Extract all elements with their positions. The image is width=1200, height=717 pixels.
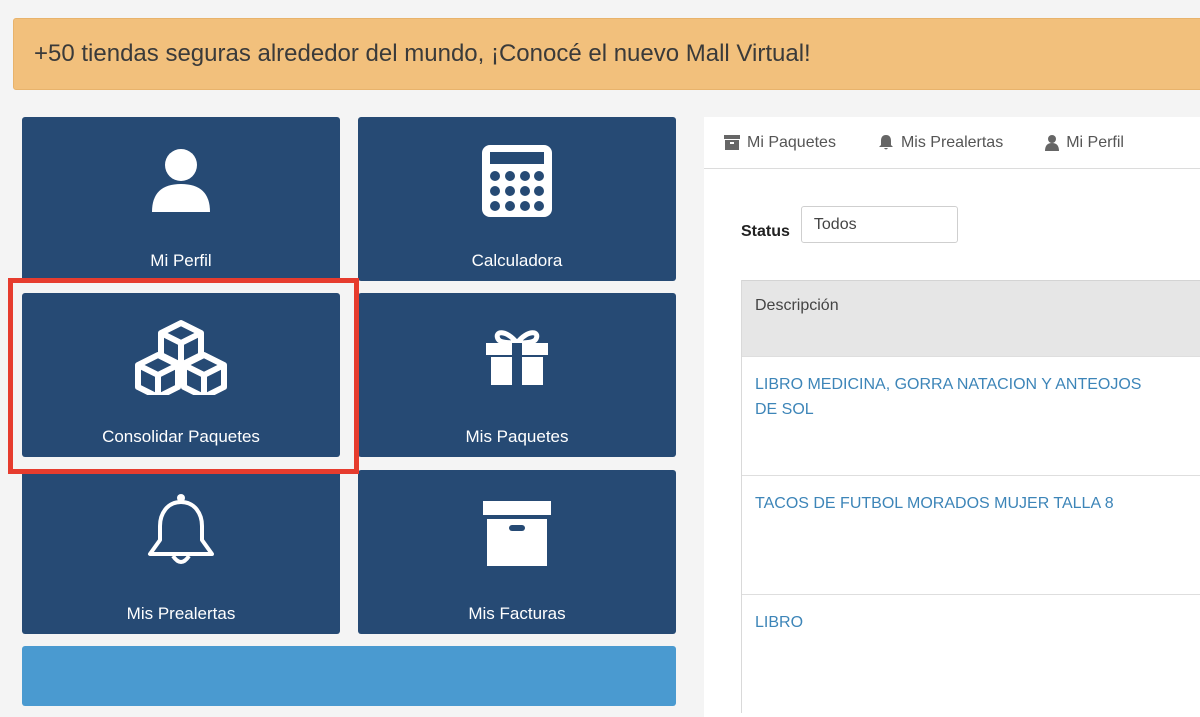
status-label: Status xyxy=(741,222,790,240)
tab-label: Mi Perfil xyxy=(1066,133,1124,151)
gift-icon xyxy=(484,319,550,395)
column-header-descripcion: Descripción xyxy=(742,280,1200,356)
package-description-link[interactable]: LIBRO MEDICINA, GORRA NATACION Y ANTEOJO… xyxy=(755,376,1141,418)
tile-consolidar-paquetes[interactable]: Consolidar Paquetes xyxy=(22,293,340,457)
package-description-link[interactable]: TACOS DE FUTBOL MORADOS MUJER TALLA 8 xyxy=(755,495,1114,512)
packages-panel: Mi Paquetes Mis Prealertas Mi Perfil Sta… xyxy=(704,117,1200,717)
tab-mi-perfil[interactable]: Mi Perfil xyxy=(1045,134,1124,152)
archive-icon xyxy=(724,135,740,150)
status-select[interactable]: Todos xyxy=(800,206,958,243)
tab-label: Mi Paquetes xyxy=(747,133,836,151)
tile-mi-perfil[interactable]: Mi Perfil xyxy=(22,117,340,281)
status-select-value: Todos xyxy=(813,215,857,233)
tile-mis-paquetes[interactable]: Mis Paquetes xyxy=(358,293,676,457)
tab-mis-prealertas[interactable]: Mis Prealertas xyxy=(878,134,1003,152)
user-icon xyxy=(1045,134,1060,151)
package-description-link[interactable]: LIBRO xyxy=(755,614,803,631)
boxes-icon xyxy=(134,319,228,395)
bell-icon xyxy=(145,492,217,568)
tile-mis-prealertas[interactable]: Mis Prealertas xyxy=(22,470,340,634)
tile-mis-facturas[interactable]: Mis Facturas xyxy=(358,470,676,634)
user-icon xyxy=(150,143,212,219)
bell-icon xyxy=(878,135,893,150)
promo-banner[interactable]: +50 tiendas seguras alrededor del mundo,… xyxy=(13,18,1200,90)
calculator-icon xyxy=(481,143,553,219)
packages-table: Descripción LIBRO MEDICINA, GORRA NATACI… xyxy=(741,280,1200,713)
status-filter: Status Todos xyxy=(741,206,958,243)
table-row[interactable]: TACOS DE FUTBOL MORADOS MUJER TALLA 8 xyxy=(742,475,1200,594)
tab-mi-paquetes[interactable]: Mi Paquetes xyxy=(724,134,836,152)
tile-calculadora[interactable]: Calculadora xyxy=(358,117,676,281)
table-row[interactable]: LIBRO MEDICINA, GORRA NATACION Y ANTEOJO… xyxy=(742,356,1200,475)
mall-virtual-button[interactable] xyxy=(22,646,676,706)
tile-label: Consolidar Paquetes xyxy=(102,427,260,446)
table-row[interactable]: LIBRO xyxy=(742,594,1200,713)
tile-label: Mi Perfil xyxy=(150,251,212,270)
archive-icon xyxy=(482,496,552,572)
tab-label: Mis Prealertas xyxy=(900,133,1004,151)
promo-banner-text: +50 tiendas seguras alrededor del mundo,… xyxy=(34,40,811,67)
panel-tabs: Mi Paquetes Mis Prealertas Mi Perfil xyxy=(704,117,1200,169)
tile-label: Mis Facturas xyxy=(468,604,566,623)
tile-label: Mis Prealertas xyxy=(126,604,236,623)
tile-label: Calculadora xyxy=(471,251,563,270)
tile-label: Mis Paquetes xyxy=(465,427,569,446)
